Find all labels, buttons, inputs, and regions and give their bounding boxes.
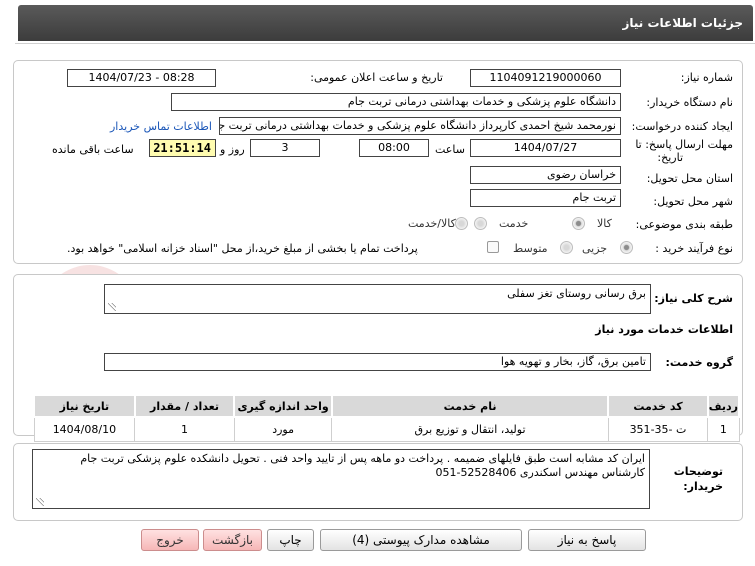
- table-row: 1 ت -35-351 تولید، انتقال و توزیع برق مو…: [33, 416, 740, 442]
- city-label: شهر محل تحویل:: [653, 195, 733, 208]
- deadline-date-field: 1404/07/27: [470, 139, 621, 157]
- process-option-minor-radio[interactable]: [620, 241, 633, 254]
- page-title: جزئیات اطلاعات نیاز: [18, 5, 753, 41]
- process-option-medium-label: متوسط: [513, 242, 548, 255]
- cell-qty: 1: [134, 416, 235, 442]
- need-summary-field: برق رسانی روستای تغز سفلی: [104, 284, 651, 314]
- city-field: تربت جام: [470, 189, 621, 207]
- announce-datetime-field: 1404/07/23 - 08:28: [67, 69, 216, 87]
- category-label: طبقه بندی موضوعی:: [635, 218, 733, 231]
- view-attachments-button[interactable]: مشاهده مدارک پیوستی (4): [320, 529, 522, 551]
- buyer-org-label: نام دستگاه خریدار:: [646, 96, 733, 109]
- cell-unit: مورد: [233, 416, 333, 442]
- treasury-payment-checkbox[interactable]: [487, 241, 499, 253]
- category-option-goods-radio[interactable]: [572, 217, 585, 230]
- buyer-contact-link[interactable]: اطلاعات تماس خریدار: [110, 120, 212, 133]
- need-summary-text: برق رسانی روستای تغز سفلی: [507, 287, 646, 300]
- buyer-notes-line-1: ایران کد مشابه است طبق فایلهای ضمیمه . پ…: [80, 452, 645, 465]
- category-option-goods-label: کالا: [597, 217, 612, 230]
- cell-row: 1: [707, 416, 740, 442]
- exit-button[interactable]: خروج: [141, 529, 199, 551]
- process-option-medium-radio[interactable]: [560, 241, 573, 254]
- need-summary-label: شرح کلی نیاز:: [654, 292, 733, 305]
- deadline-label: مهلت ارسال پاسخ: تا: [635, 138, 733, 151]
- service-group-field: تامین برق، گاز، بخار و تهویه هوا: [104, 353, 651, 371]
- buyer-notes-label: توضیحات: [673, 465, 723, 478]
- announce-datetime-label: تاریخ و ساعت اعلان عمومی:: [310, 71, 443, 84]
- service-group-label: گروه خدمت:: [665, 356, 733, 369]
- deadline-time-field: 08:00: [359, 139, 429, 157]
- deadline-time-label: ساعت: [435, 143, 465, 156]
- resize-grip-icon[interactable]: [107, 303, 116, 311]
- buyer-notes-label-2: خریدار:: [683, 480, 723, 493]
- process-type-label: نوع فرآیند خرید :: [655, 242, 733, 255]
- reply-to-need-button[interactable]: پاسخ به نیاز: [528, 529, 646, 551]
- services-table: ردیف کد خدمت نام خدمت واحد اندازه گیری ت…: [33, 394, 741, 442]
- category-option-both-label: کالا/خدمت: [408, 217, 456, 230]
- cell-code: ت -35-351: [607, 416, 709, 442]
- remaining-time-label: ساعت باقی مانده: [52, 143, 134, 156]
- need-number-field: 1104091219000060: [470, 69, 621, 87]
- col-unit-header: واحد اندازه گیری: [233, 394, 333, 418]
- services-section-title: اطلاعات خدمات مورد نیاز: [595, 323, 733, 336]
- category-option-service-radio[interactable]: [474, 217, 487, 230]
- category-option-service-label: خدمت: [499, 217, 529, 230]
- province-field: خراسان رضوی: [470, 166, 621, 184]
- remaining-time-field: 21:51:14: [149, 139, 216, 157]
- back-button[interactable]: بازگشت: [203, 529, 262, 551]
- category-option-both-radio[interactable]: [455, 217, 468, 230]
- deadline-date-label: تاریخ:: [657, 151, 683, 164]
- table-header-row: ردیف کد خدمت نام خدمت واحد اندازه گیری ت…: [33, 394, 741, 418]
- treasury-payment-note: پرداخت تمام یا بخشی از مبلغ خرید،از محل …: [67, 242, 418, 255]
- days-label: روز و: [220, 143, 245, 156]
- col-row-header: ردیف: [706, 394, 741, 418]
- cell-date: 1404/08/10: [33, 416, 136, 442]
- requester-field: نورمحمد شیخ احمدی کارپرداز دانشگاه علوم …: [219, 117, 621, 135]
- print-button[interactable]: چاپ: [267, 529, 314, 551]
- col-code-header: کد خدمت: [607, 394, 709, 418]
- buyer-notes-line-2: کارشناس مهندس اسکندری 52528406-051: [435, 466, 645, 479]
- province-label: استان محل تحویل:: [646, 172, 733, 185]
- remaining-days-field: 3: [250, 139, 320, 157]
- resize-grip-icon[interactable]: [35, 498, 44, 506]
- requester-label: ایجاد کننده درخواست:: [631, 120, 733, 133]
- cell-name: تولید، انتقال و توزیع برق: [331, 416, 609, 442]
- header-bar: جزئیات اطلاعات نیاز: [15, 0, 755, 44]
- col-qty-header: تعداد / مقدار: [133, 394, 236, 418]
- buyer-org-field: دانشگاه علوم پزشکی و خدمات بهداشتی درمان…: [171, 93, 621, 111]
- col-name-header: نام خدمت: [330, 394, 610, 418]
- need-number-label: شماره نیاز:: [680, 71, 733, 84]
- buyer-notes-field: ایران کد مشابه است طبق فایلهای ضمیمه . پ…: [32, 449, 650, 509]
- col-date-header: تاریخ نیاز: [33, 394, 136, 418]
- process-option-minor-label: جزیی: [582, 242, 608, 255]
- need-details-panel: [13, 60, 743, 264]
